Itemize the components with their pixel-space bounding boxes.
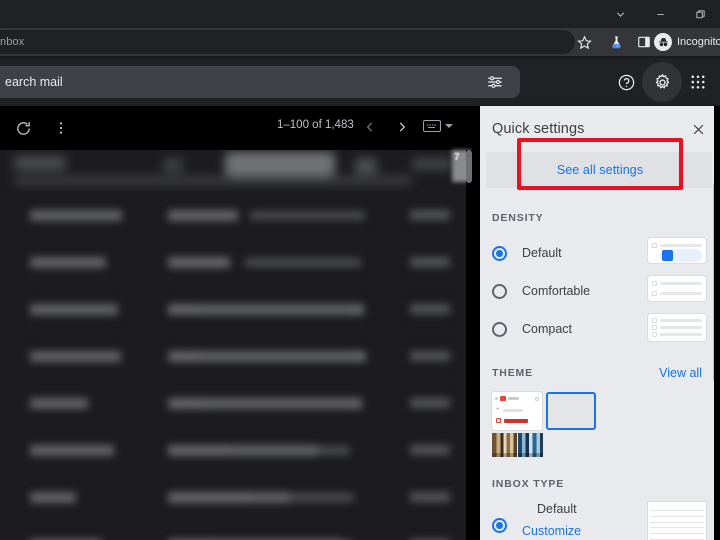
see-all-settings-button[interactable]: See all settings	[486, 152, 714, 188]
tab-search-chevron-icon[interactable]	[600, 0, 640, 28]
theme-thumbnail-light[interactable]: +	[492, 392, 542, 430]
list-item[interactable]	[0, 239, 472, 286]
incognito-profile-chip[interactable]: Incognito	[654, 30, 720, 54]
quick-settings-panel: Quick settings See all settings DENSITY …	[480, 106, 720, 540]
see-all-settings-wrapper: See all settings	[486, 152, 714, 188]
blurred-corner-text: 7	[454, 152, 460, 163]
more-options-icon[interactable]	[46, 106, 76, 150]
theme-thumbnail-bookshelf-warm[interactable]	[492, 433, 517, 457]
radio-default-density[interactable]	[492, 245, 507, 261]
minimize-button-icon[interactable]	[640, 0, 680, 28]
page-range-label: 1–100 of 1,483	[277, 119, 354, 131]
density-option-label: Comfortable	[522, 284, 591, 298]
address-bar-text: nbox	[0, 36, 25, 48]
inbox-type-section-label: INBOX TYPE	[492, 478, 565, 490]
theme-section-header: THEME View all	[480, 366, 720, 380]
inbox-type-preview-default[interactable]	[648, 502, 706, 540]
close-icon[interactable]	[684, 115, 712, 143]
view-all-themes-link[interactable]: View all	[659, 366, 702, 380]
next-page-button[interactable]	[392, 117, 412, 137]
restore-window-button-icon[interactable]	[680, 0, 720, 28]
list-item[interactable]	[0, 521, 472, 540]
browser-title-bar	[0, 0, 720, 28]
refresh-icon[interactable]	[0, 106, 46, 150]
input-tools-dropdown-caret-icon[interactable]	[445, 124, 453, 128]
inbox-type-option-label: Default	[537, 502, 577, 516]
experiments-flask-icon[interactable]	[604, 30, 628, 54]
side-panel-icon[interactable]	[632, 30, 656, 54]
incognito-avatar-icon	[654, 33, 672, 51]
radio-default-inbox-type[interactable]	[492, 518, 507, 533]
list-item[interactable]	[0, 380, 472, 427]
density-preview-default[interactable]	[648, 238, 706, 263]
customize-inbox-link[interactable]: Customize	[522, 524, 581, 538]
list-item[interactable]	[0, 474, 472, 521]
panel-right-gutter	[714, 106, 720, 540]
density-option-label: Default	[522, 246, 562, 260]
list-item[interactable]	[0, 192, 472, 239]
quick-settings-title: Quick settings	[492, 121, 585, 137]
bookmark-star-icon[interactable]	[572, 30, 596, 54]
incognito-label: Incognito	[677, 36, 720, 48]
theme-thumbnail-bookshelf-cool[interactable]	[518, 433, 543, 457]
density-preview-compact[interactable]	[648, 314, 706, 341]
density-preview-comfortable[interactable]	[648, 276, 706, 301]
help-icon[interactable]	[614, 70, 638, 94]
mail-list[interactable]	[0, 150, 472, 540]
theme-section-label: THEME	[492, 367, 533, 379]
mail-list-right-gutter	[472, 106, 480, 540]
mail-list-banner	[0, 150, 472, 190]
address-bar[interactable]: nbox	[0, 30, 575, 54]
google-apps-icon[interactable]	[686, 70, 710, 94]
density-options-group: Default Comfortable Compact	[480, 234, 720, 348]
radio-comfortable-density[interactable]	[492, 283, 507, 299]
settings-gear-icon[interactable]	[642, 62, 682, 102]
list-item[interactable]	[0, 333, 472, 380]
quick-settings-header: Quick settings	[480, 106, 720, 152]
previous-page-button[interactable]	[360, 117, 380, 137]
search-mail-input[interactable]: earch mail	[0, 66, 520, 98]
input-tools-keyboard-icon[interactable]	[423, 120, 441, 132]
theme-thumbnail-dark-selected[interactable]	[546, 392, 596, 430]
theme-thumbnails-group: +	[480, 392, 720, 468]
density-section-label: DENSITY	[492, 212, 544, 224]
density-option-label: Compact	[522, 322, 573, 336]
radio-compact-density[interactable]	[492, 321, 507, 337]
list-item[interactable]	[0, 427, 472, 474]
list-item[interactable]	[0, 286, 472, 333]
search-options-icon[interactable]	[486, 73, 504, 91]
search-mail-placeholder: earch mail	[5, 75, 63, 89]
inbox-type-group: Default Customize	[480, 502, 720, 540]
